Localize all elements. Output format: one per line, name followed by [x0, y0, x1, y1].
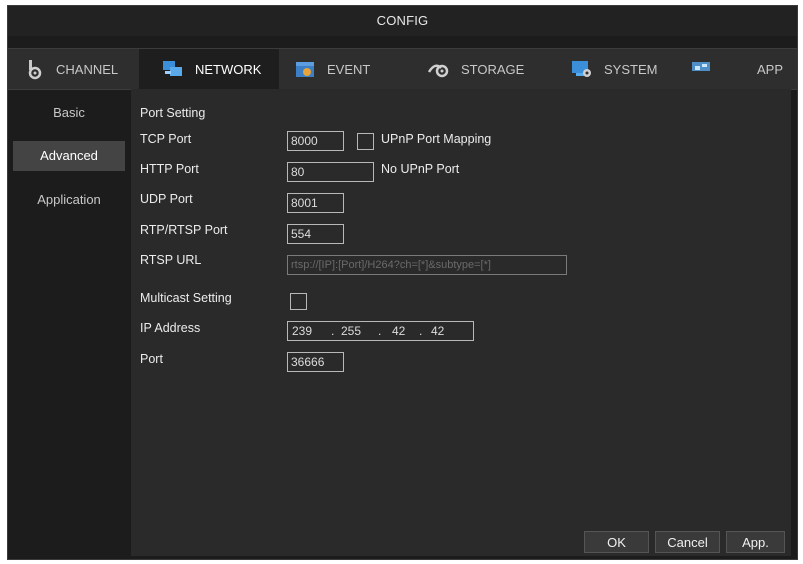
- tcp-port-field[interactable]: 8000: [287, 131, 344, 151]
- ip-dot: .: [331, 324, 335, 338]
- tab-label: SYSTEM: [604, 61, 658, 77]
- system-icon: [570, 58, 594, 80]
- tab-storage[interactable]: STORAGE: [407, 49, 548, 89]
- rtsp-port-label: RTP/RTSP Port: [140, 223, 228, 237]
- tab-label: APP: [757, 61, 784, 77]
- multicast-checkbox[interactable]: [290, 293, 307, 310]
- tcp-port-label: TCP Port: [140, 132, 192, 146]
- cancel-button[interactable]: Cancel: [655, 531, 720, 553]
- multicast-port-label: Port: [140, 352, 163, 366]
- apply-button[interactable]: App.: [726, 531, 785, 553]
- tab-label: EVENT: [327, 61, 371, 77]
- ip-address-label: IP Address: [140, 321, 201, 335]
- ip-dot: .: [419, 324, 423, 338]
- network-icon: [161, 58, 185, 80]
- ok-button[interactable]: OK: [584, 531, 649, 553]
- tab-system[interactable]: SYSTEM: [548, 49, 681, 89]
- multicast-port-field[interactable]: 36666: [287, 352, 344, 372]
- window-title: CONFIG: [8, 6, 797, 36]
- sidebar-item-basic[interactable]: Basic: [13, 98, 125, 128]
- ip-address-field[interactable]: 239 . 255 . 42 . 42: [287, 321, 474, 341]
- tab-app[interactable]: APP: [681, 49, 797, 89]
- rtsp-url-label: RTSP URL: [140, 253, 202, 267]
- sidebar-item-application[interactable]: Application: [13, 185, 125, 215]
- http-port-label: HTTP Port: [140, 162, 199, 176]
- tab-channel[interactable]: CHANNEL: [8, 49, 139, 89]
- main-panel: Port Setting TCP Port 8000 UPnP Port Map…: [131, 89, 791, 556]
- port-setting-heading: Port Setting: [140, 106, 206, 120]
- ip-octet-2: 255: [341, 324, 362, 338]
- channel-icon: [22, 58, 46, 80]
- ip-octet-3: 42: [392, 324, 406, 338]
- rtsp-port-field[interactable]: 554: [287, 224, 344, 244]
- event-icon: [293, 58, 317, 80]
- udp-port-label: UDP Port: [140, 192, 193, 206]
- tab-label: STORAGE: [461, 61, 525, 77]
- ip-octet-1: 239: [292, 324, 313, 338]
- tab-label: NETWORK: [195, 61, 262, 77]
- tab-network[interactable]: NETWORK: [139, 49, 279, 89]
- rtsp-url-field: rtsp://[IP]:[Port]/H264?ch=[*]&subtype=[…: [287, 255, 567, 275]
- ip-dot: .: [378, 324, 382, 338]
- tab-event[interactable]: EVENT: [279, 49, 407, 89]
- sidebar: Basic Advanced Application: [8, 89, 131, 559]
- storage-icon: [427, 58, 451, 80]
- http-port-field[interactable]: 80: [287, 162, 374, 182]
- ip-octet-4: 42: [431, 324, 445, 338]
- config-window: CONFIG CHANNEL NETWORK EVENT STORAGE SYS…: [7, 5, 798, 560]
- multicast-label: Multicast Setting: [140, 291, 232, 305]
- udp-port-field[interactable]: 8001: [287, 193, 344, 213]
- tab-label: CHANNEL: [56, 61, 119, 77]
- upnp-mapping-label: UPnP Port Mapping: [381, 132, 492, 146]
- tab-bar: CHANNEL NETWORK EVENT STORAGE SYSTEM APP: [8, 48, 797, 90]
- upnp-status-text: No UPnP Port: [381, 162, 460, 176]
- upnp-mapping-checkbox[interactable]: [357, 133, 374, 150]
- app-icon: [689, 58, 713, 80]
- sidebar-item-advanced[interactable]: Advanced: [13, 141, 125, 171]
